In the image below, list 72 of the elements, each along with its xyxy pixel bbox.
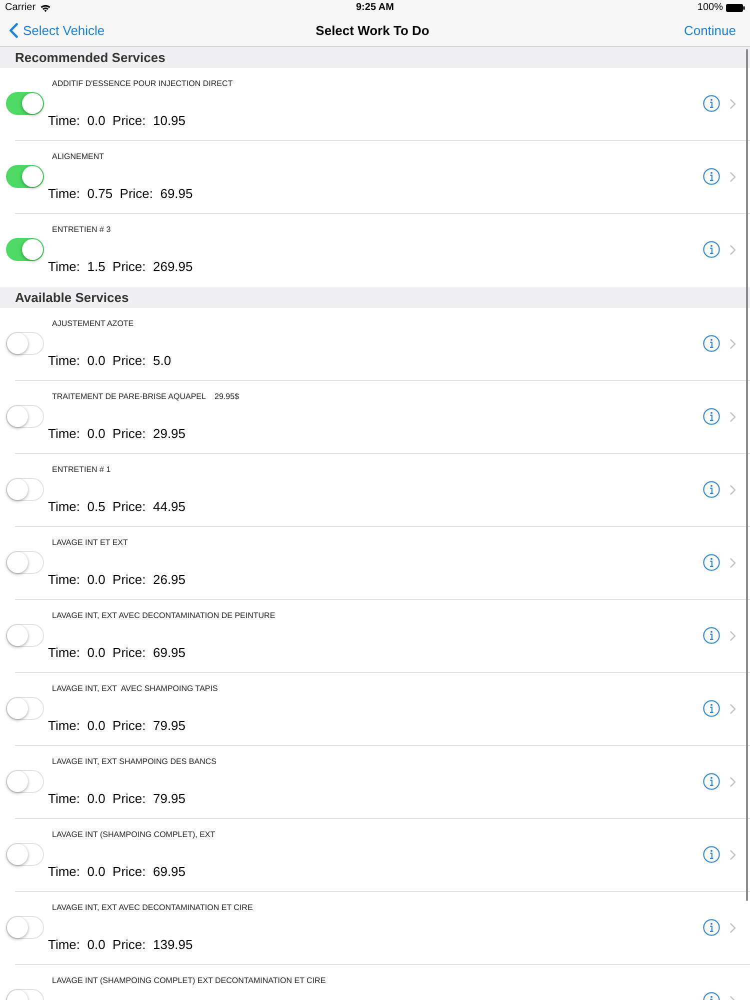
chevron-icon (730, 172, 736, 182)
toggle-switch[interactable] (6, 165, 44, 188)
service-time-price: Time: 0.0 Price: 79.95 (48, 791, 186, 807)
section-header: Available Services (0, 287, 750, 308)
section-header: Recommended Services (0, 47, 750, 68)
info-icon[interactable] (702, 408, 720, 425)
chevron-icon (730, 630, 736, 640)
back-chevron-icon (9, 23, 18, 38)
service-name: LAVAGE INT, EXT AVEC DECONTAMINATION DE PEINTURE (51, 610, 276, 622)
service-time-price: Time: 0.5 Price: 44.95 (48, 499, 186, 515)
service-time-price: Time: 0.75 Price: 69.95 (48, 186, 193, 202)
battery-percent: 100% (697, 2, 723, 13)
chevron-icon (730, 98, 736, 108)
info-icon[interactable] (702, 554, 720, 571)
toggle-switch[interactable] (6, 624, 44, 647)
chevron-icon (730, 244, 736, 254)
info-icon[interactable] (702, 627, 720, 644)
info-icon[interactable] (702, 700, 720, 717)
service-name: LAVAGE INT, EXT AVEC SHAMPOING TAPIS (51, 683, 218, 695)
service-name: LAVAGE INT (SHAMPOING COMPLET) EXT DECONTAMINATION ET CIRE (51, 975, 326, 987)
back-button[interactable]: Select Vehicle (9, 23, 105, 38)
service-name: LAVAGE INT (SHAMPOING COMPLET), EXT (51, 829, 216, 841)
battery-icon (726, 4, 745, 12)
toggle-switch[interactable] (6, 478, 44, 501)
service-name: ALIGNEMENT (51, 151, 104, 163)
info-icon[interactable] (702, 168, 720, 185)
toggle-switch[interactable] (6, 405, 44, 428)
carrier-name: Carrier (5, 2, 36, 13)
toggle-switch[interactable] (6, 916, 44, 939)
service-time-price: Time: 0.0 Price: 139.95 (48, 937, 193, 953)
info-icon[interactable] (702, 241, 720, 258)
info-icon[interactable] (702, 335, 720, 352)
toggle-switch[interactable] (6, 92, 44, 115)
service-name: ADDITIF D'ESSENCE POUR INJECTION DIRECT (51, 78, 233, 90)
wifi-icon (40, 4, 51, 12)
toggle-switch[interactable] (6, 238, 44, 261)
service-time-price: Time: 0.0 Price: 69.95 (48, 864, 186, 880)
service-time-price: Time: 0.0 Price: 69.95 (48, 645, 186, 661)
toggle-switch[interactable] (6, 843, 44, 866)
service-time-price: Time: 0.0 Price: 29.95 (48, 426, 186, 442)
continue-button[interactable]: Continue (684, 23, 736, 38)
chevron-icon (730, 704, 736, 714)
chevron-icon (730, 922, 736, 932)
service-name: ENTRETIEN # 3 (51, 224, 111, 236)
info-icon[interactable] (702, 481, 720, 498)
screen-title: Select Work To Do (316, 23, 430, 38)
service-time-price: Time: 0.0 Price: 79.95 (48, 718, 186, 734)
service-time-price: Time: 0.0 Price: 10.95 (48, 113, 186, 129)
toggle-switch[interactable] (6, 697, 44, 720)
info-icon[interactable] (702, 919, 720, 936)
info-icon[interactable] (702, 846, 720, 863)
info-icon[interactable] (702, 95, 720, 112)
service-time-price: Time: 1.5 Price: 269.95 (48, 259, 193, 275)
service-name: LAVAGE INT ET EXT (51, 537, 128, 549)
chevron-icon (730, 484, 736, 494)
toggle-switch[interactable] (6, 770, 44, 793)
chevron-icon (730, 412, 736, 422)
service-name: LAVAGE INT, EXT SHAMPOING DES BANCS (51, 756, 216, 768)
chevron-icon (730, 850, 736, 860)
status-time: 9:25 AM (356, 2, 394, 13)
service-name: AJUSTEMENT AZOTE (51, 318, 134, 330)
info-icon[interactable] (702, 773, 720, 790)
chevron-icon (730, 776, 736, 786)
chevron-icon (730, 558, 736, 568)
chevron-icon (730, 338, 736, 348)
service-time-price: Time: 0.0 Price: 5.0 (48, 353, 172, 369)
toggle-switch[interactable] (6, 551, 44, 574)
service-name: ENTRETIEN # 1 (51, 464, 111, 476)
service-time-price: Time: 0.0 Price: 26.95 (48, 572, 186, 588)
toggle-switch[interactable] (6, 332, 44, 355)
service-name: TRAITEMENT DE PARE-BRISE AQUAPEL 29.95$ (51, 391, 240, 403)
service-name: LAVAGE INT, EXT AVEC DECONTAMINATION ET CIRE (51, 902, 253, 914)
